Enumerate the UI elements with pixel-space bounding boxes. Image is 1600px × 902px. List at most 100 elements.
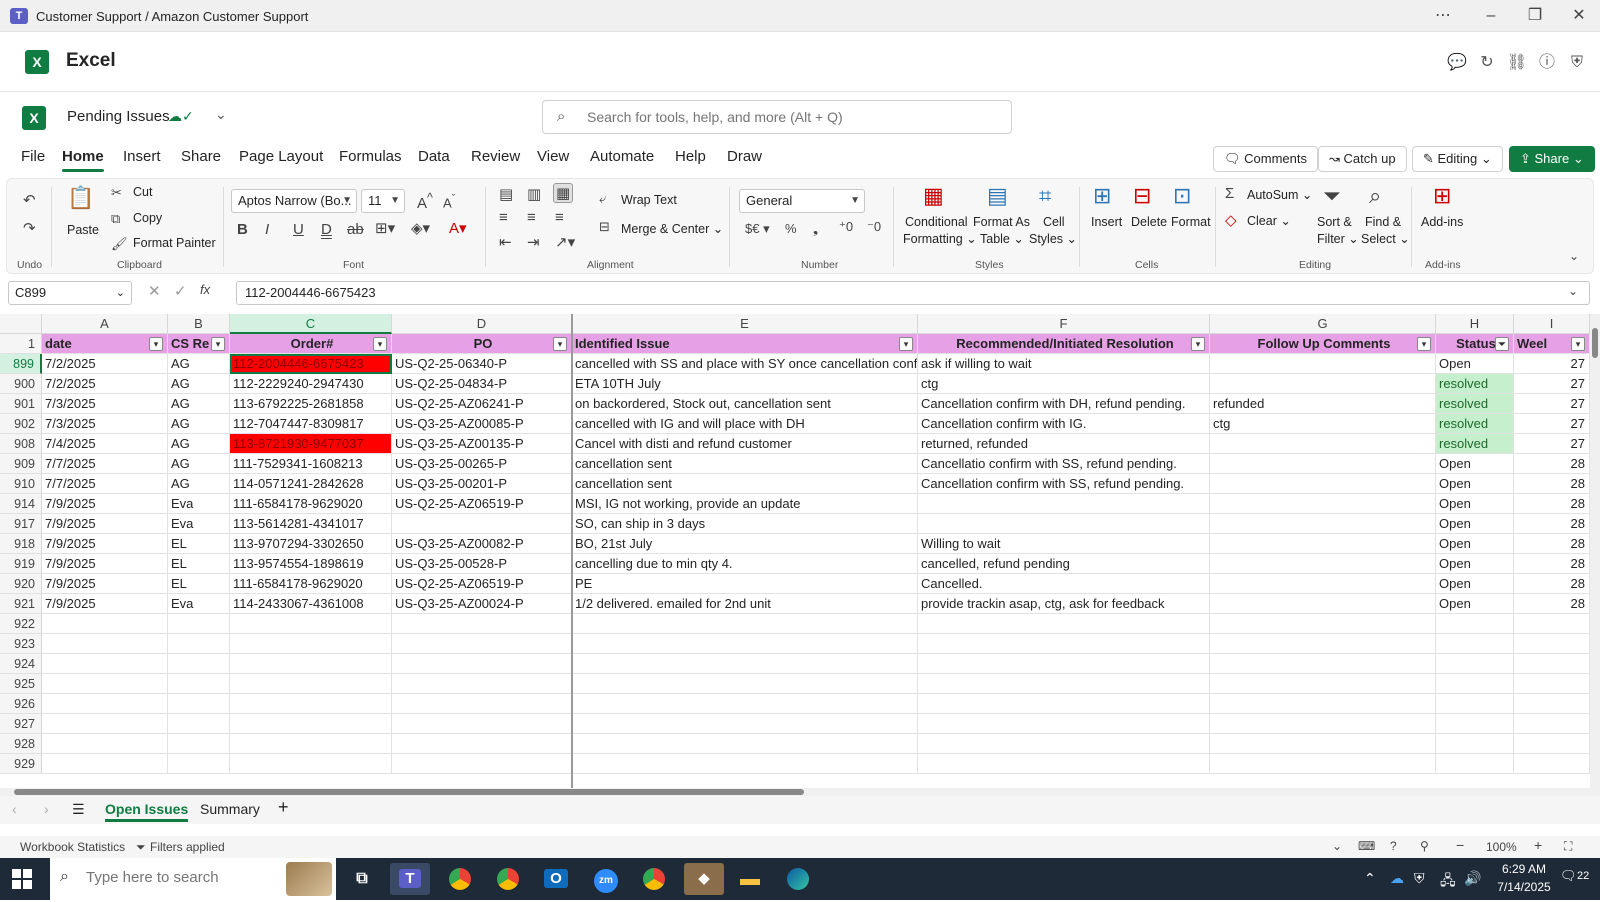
shield-icon[interactable]: ⛨ [1566,52,1588,74]
zoom-out-icon[interactable]: − [1456,837,1464,853]
cell-f[interactable]: cancelled, refund pending [918,554,1210,574]
next-sheet-icon[interactable]: › [44,801,49,817]
cell-a[interactable]: 7/7/2025 [42,454,168,474]
cell-a[interactable]: 7/9/2025 [42,514,168,534]
cell-b[interactable]: EL [168,574,230,594]
edge-app-icon[interactable] [778,863,818,895]
empty-cell[interactable] [572,694,918,714]
cell-g[interactable]: refunded [1210,394,1436,414]
filter-dropdown-icon[interactable]: ▾ [1417,337,1431,351]
cell-g[interactable] [1210,454,1436,474]
workbook-statistics[interactable]: Workbook Statistics [20,840,125,854]
cell-h[interactable]: Open [1436,474,1514,494]
empty-cell[interactable] [1210,754,1436,774]
sheet-tab-summary[interactable]: Summary [200,801,260,817]
empty-cell[interactable] [572,614,918,634]
empty-cell[interactable] [1514,674,1590,694]
cell-h[interactable]: Open [1436,594,1514,614]
all-sheets-icon[interactable]: ☰ [72,801,85,818]
volume-icon[interactable]: 🔊 [1464,870,1481,887]
cell-b[interactable]: AG [168,394,230,414]
editing-mode-button[interactable]: ✎ Editing ⌄ [1412,146,1503,172]
outlook-app-icon[interactable]: O [536,863,576,895]
cell-f[interactable]: returned, refunded [918,434,1210,454]
comma-style-icon[interactable]: ❟ [813,221,818,237]
empty-cell[interactable] [230,674,392,694]
delete-cells-button[interactable]: Delete [1131,215,1167,229]
cell-g[interactable] [1210,354,1436,374]
empty-cell[interactable] [42,714,168,734]
confirm-entry-icon[interactable]: ✓ [174,282,187,300]
empty-cell[interactable] [918,734,1210,754]
cell-a[interactable]: 7/2/2025 [42,354,168,374]
cell-e[interactable]: PE [572,574,918,594]
empty-cell[interactable] [392,654,572,674]
column-header-g[interactable]: G [1210,314,1436,334]
empty-cell[interactable] [42,654,168,674]
empty-cell[interactable] [1210,634,1436,654]
cell-d[interactable]: US-Q2-25-AZ06519-P [392,494,572,514]
cell-e[interactable]: BO, 21st July [572,534,918,554]
cell-b[interactable]: EL [168,534,230,554]
empty-cell[interactable] [392,634,572,654]
percent-icon[interactable]: % [785,221,797,236]
cell-i[interactable]: 27 [1514,434,1590,454]
cell-d[interactable]: US-Q3-25-AZ00135-P [392,434,572,454]
row-header[interactable]: 923 [0,634,42,654]
empty-cell[interactable] [392,614,572,634]
cell-c[interactable]: 111-6584178-9629020 [230,574,392,594]
view-icon[interactable]: ⚲ [1420,839,1429,853]
cell-e[interactable]: cancelled with IG and will place with DH [572,414,918,434]
row-header[interactable]: 1 [0,334,42,354]
teams-app-icon[interactable]: T [390,863,430,895]
empty-cell[interactable] [918,654,1210,674]
empty-cell[interactable] [1436,734,1514,754]
paste-icon[interactable]: 📋 [67,185,94,211]
close-window-button[interactable]: ✕ [1564,4,1594,28]
cell-c[interactable]: 113-8721930-9477037 [230,434,392,454]
table-header-cell[interactable]: CS Re ▾ [168,334,230,354]
cell-d[interactable]: US-Q2-25-AZ06519-P [392,574,572,594]
cell-d[interactable]: US-Q3-25-AZ00024-P [392,594,572,614]
cell-f[interactable]: provide trackin asap, ctg, ask for feedb… [918,594,1210,614]
empty-cell[interactable] [42,754,168,774]
cell-f[interactable]: Cancellatio confirm with SS, refund pend… [918,454,1210,474]
table-header-cell[interactable]: Status ⏷ [1436,334,1514,354]
cell-d[interactable]: US-Q2-25-04834-P [392,374,572,394]
redo-icon[interactable]: ↷ [23,219,36,237]
cell-c[interactable]: 113-5614281-4341017 [230,514,392,534]
empty-cell[interactable] [168,614,230,634]
cell-b[interactable]: AG [168,474,230,494]
table-header-cell[interactable]: Weel ▾ [1514,334,1590,354]
chevron-up-icon[interactable]: ⌃ [1364,870,1376,887]
filter-dropdown-icon[interactable]: ▾ [899,337,913,351]
cell-g[interactable]: ctg [1210,414,1436,434]
empty-cell[interactable] [42,674,168,694]
empty-cell[interactable] [42,634,168,654]
notifications-icon[interactable]: 🗨 [1560,868,1577,884]
borders-icon[interactable]: ⊞▾ [375,219,395,237]
row-header[interactable]: 925 [0,674,42,694]
row-header[interactable]: 921 [0,594,42,614]
column-header-f[interactable]: F [918,314,1210,334]
row-header[interactable]: 914 [0,494,42,514]
increase-indent-icon[interactable]: ⇥ [527,233,540,251]
row-header[interactable]: 928 [0,734,42,754]
comments-button[interactable]: 🗨 Comments [1213,146,1318,172]
cell-f[interactable]: Willing to wait [918,534,1210,554]
taskbar-search-input[interactable] [86,869,266,886]
empty-cell[interactable] [1436,694,1514,714]
row-header[interactable]: 927 [0,714,42,734]
insert-function-icon[interactable]: fx [200,282,210,297]
cell-a[interactable]: 7/2/2025 [42,374,168,394]
align-bottom-icon[interactable]: ▦ [553,183,574,203]
filter-dropdown-icon[interactable]: ▾ [553,337,567,351]
cell-g[interactable] [1210,374,1436,394]
table-header-cell[interactable]: Recommended/Initiated Resolution ▾ [918,334,1210,354]
empty-cell[interactable] [1210,654,1436,674]
orientation-icon[interactable]: ↗▾ [555,233,575,251]
clear-button[interactable]: Clear ⌄ [1247,213,1291,228]
empty-cell[interactable] [572,674,918,694]
row-header[interactable]: 924 [0,654,42,674]
paste-button[interactable]: Paste [67,223,99,237]
